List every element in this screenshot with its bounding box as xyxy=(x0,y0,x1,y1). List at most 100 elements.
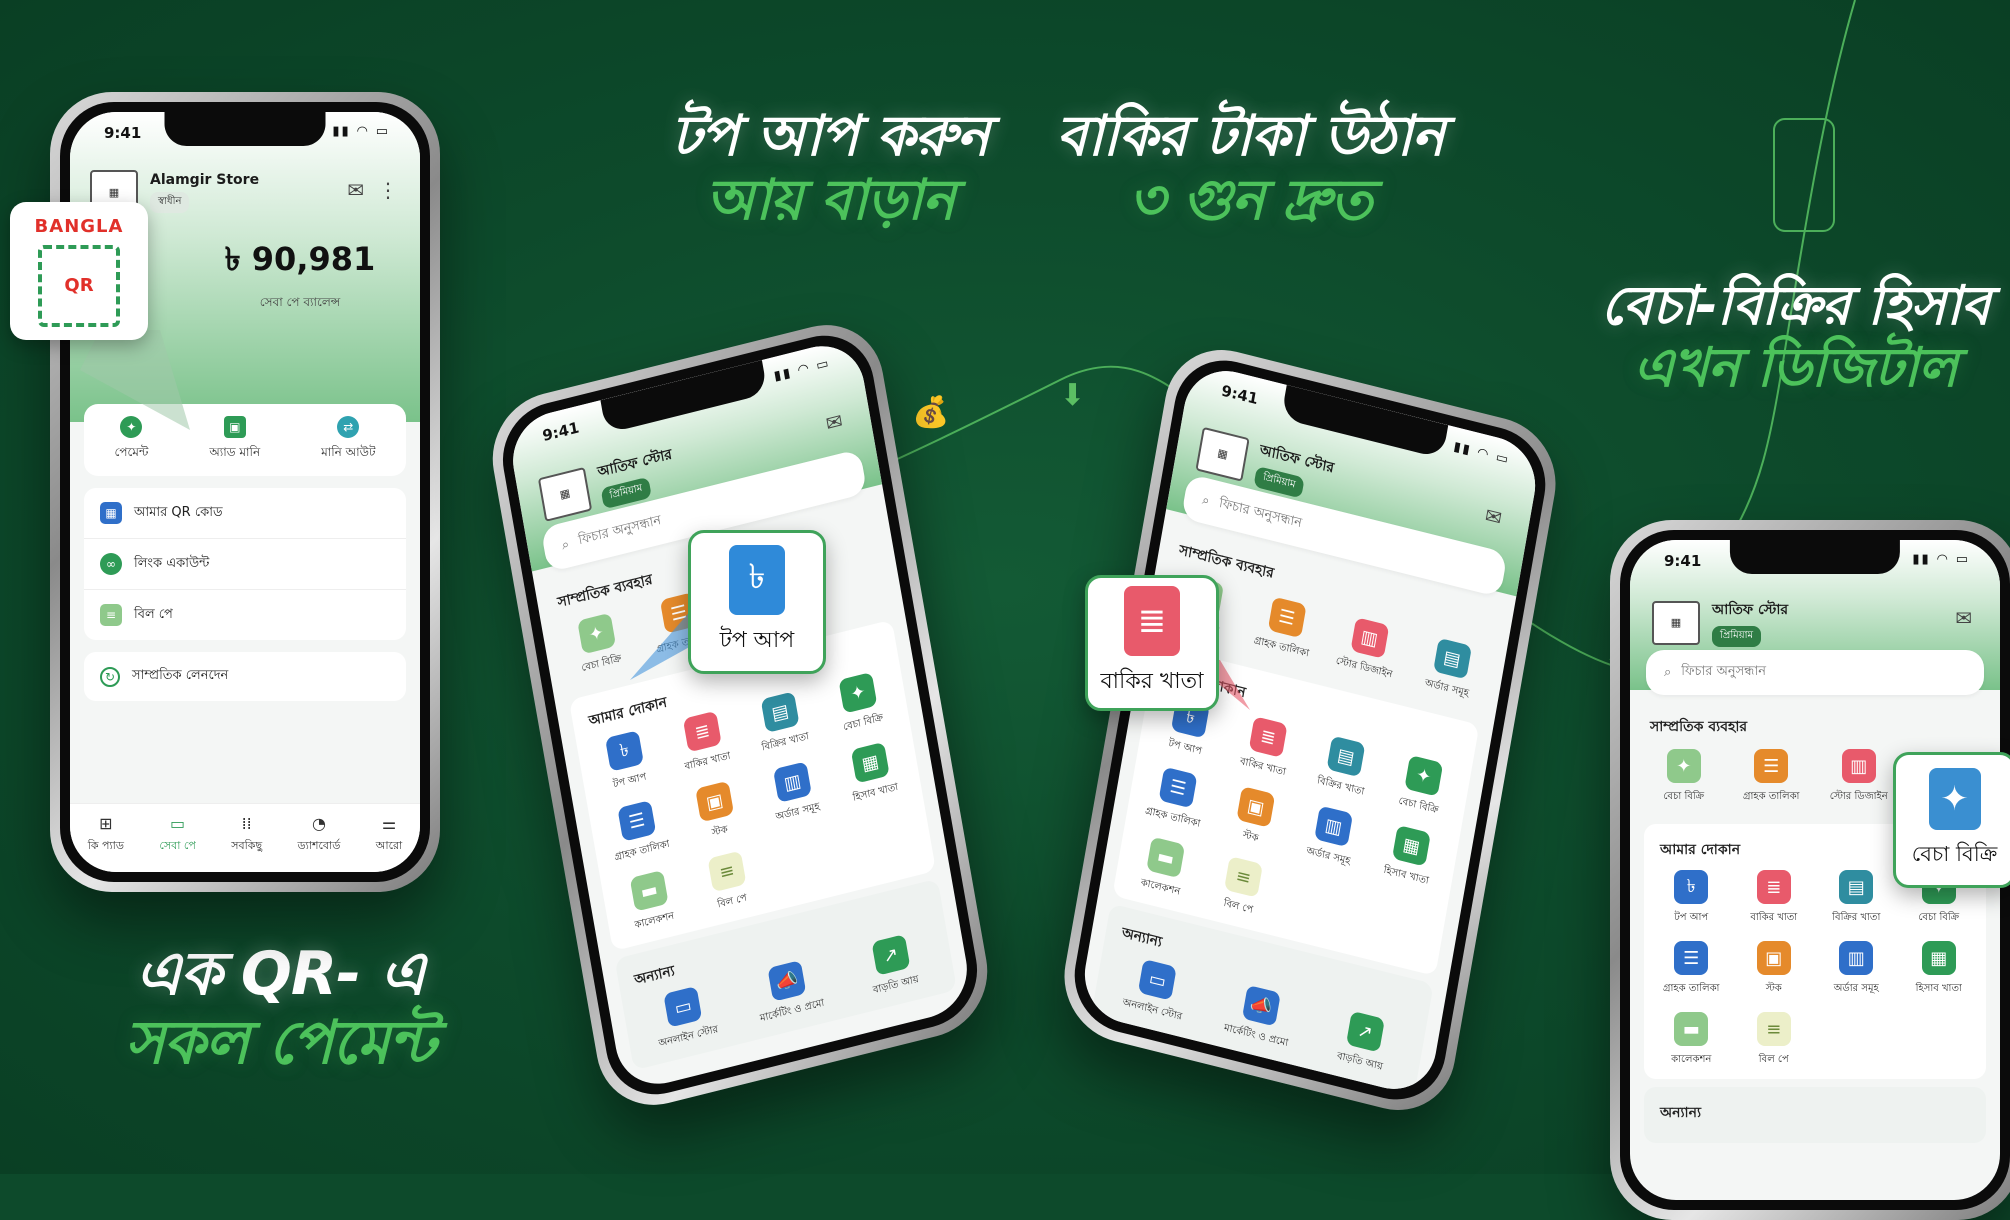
decorative-phone-outline xyxy=(1773,118,1835,232)
shop-item-customers[interactable]: ☰ গ্রাহক তালিকা xyxy=(1132,761,1220,837)
orders-icon: ▤ xyxy=(1432,637,1472,680)
extra-income-icon: ↗ xyxy=(1345,1010,1385,1053)
item-label: স্টোর ডিজাইন xyxy=(1829,791,1888,802)
recent-item-sell[interactable]: ✦ বেচা বিক্রি xyxy=(1640,749,1728,806)
shop-item-customers[interactable]: ☰ গ্রাহক তালিকা xyxy=(1650,941,1733,998)
shop-item-accounts[interactable]: ▦ হিসাব খাতা xyxy=(1898,941,1981,998)
qr-label: QR xyxy=(64,275,94,296)
headline-baki: বাকির টাকা উঠান ৩ গুন দ্রুত xyxy=(1035,104,1465,234)
sell-icon: ✦ xyxy=(1928,767,1981,830)
quick-action-money-out[interactable]: ⇄ মানি আউট xyxy=(321,416,376,464)
wallet-icon: ▭ xyxy=(170,814,186,833)
shop-item-accounts[interactable]: ▦ হিসাব খাতা xyxy=(1366,819,1454,895)
recent-transactions[interactable]: ↻ সাম্প্রতিক লেনদেন xyxy=(84,652,406,701)
shop-item-topup[interactable]: ৳ টপ আপ xyxy=(1650,870,1733,927)
item-label: অর্ডার সমূহ xyxy=(1423,677,1470,700)
nav-label: সবকিছু xyxy=(231,839,263,852)
headline-baki-line2: ৩ গুন দ্রুত xyxy=(1128,168,1373,234)
balance-label: সেবা পে ব্যালেন্স xyxy=(259,295,341,309)
item-label: মার্কেটিং ও প্রমো xyxy=(1223,1022,1289,1050)
shop-item-orders[interactable]: ▥ অর্ডার সমূহ xyxy=(751,756,839,832)
mail-icon[interactable]: ✉ xyxy=(1955,606,1972,630)
shop-item-baki[interactable]: ≣ বাকির খাতা xyxy=(1733,870,1816,927)
baki-khata-icon: ≣ xyxy=(1756,870,1791,904)
item-label: মার্কেটিং ও প্রমো xyxy=(759,997,826,1025)
shop-item-bill-pay[interactable]: ≡ বিল পে xyxy=(1733,1012,1816,1069)
shop-item-orders[interactable]: ▥ অর্ডার সমূহ xyxy=(1815,941,1898,998)
qr-callout-tail xyxy=(80,330,190,430)
more-vert-icon[interactable]: ⋮ xyxy=(378,178,398,202)
shop-item-sales-book[interactable]: ▤ বিক্রির খাতা xyxy=(1815,870,1898,927)
item-label: বাড়তি আয় xyxy=(1336,1050,1384,1073)
item-label: স্টক xyxy=(1765,983,1782,994)
sales-book-icon: ▤ xyxy=(1326,735,1366,778)
callout-topup: ৳ টপ আপ xyxy=(688,530,826,674)
stock-icon: ▣ xyxy=(1756,941,1791,975)
item-label: বিক্রির খাতা xyxy=(1316,775,1366,798)
headline-topup: টপ আপ করুন আয় বাড়ান xyxy=(640,104,1020,234)
item-label: বাড়তি আয় xyxy=(872,973,920,997)
balance-amount: ৳ 90,981 xyxy=(224,240,376,278)
shop-item-bill-pay[interactable]: ≡ বিল পে xyxy=(1198,850,1286,926)
item-label: বিল পে xyxy=(1222,897,1254,916)
stock-icon: ▣ xyxy=(695,780,735,823)
shop-item-bill-pay[interactable]: ≡ বিল পে xyxy=(685,845,773,921)
shop-item-stock[interactable]: ▣ স্টক xyxy=(673,775,761,851)
customer-list-icon: ☰ xyxy=(1267,596,1307,639)
collection-icon: ▬ xyxy=(629,869,669,912)
menu-item-bill-pay[interactable]: ≡ বিল পে xyxy=(84,590,406,640)
status-bar: 9:41 ▮▮ ◠ ▭ xyxy=(1664,552,1970,570)
shop-item-stock[interactable]: ▣ স্টক xyxy=(1210,781,1298,857)
accounts-icon: ▦ xyxy=(1391,824,1431,867)
bottom-nav: ⊞ কি প্যাড ▭ সেবা পে ⁞⁞ সবকিছু ◔ ড্যাশবোর্ড … xyxy=(70,803,420,872)
headline-baki-line1: বাকির টাকা উঠান xyxy=(1056,104,1445,169)
shop-item-stock[interactable]: ▣ স্টক xyxy=(1733,941,1816,998)
headline-topup-line2: আয় বাড়ান xyxy=(705,168,956,234)
orders-icon: ▥ xyxy=(772,761,812,803)
search-input[interactable]: ⌕ ফিচার অনুসন্ধান xyxy=(1646,650,1984,695)
store-logo-icon: ▦ xyxy=(1652,600,1700,645)
customer-list-icon: ☰ xyxy=(617,800,657,842)
item-label: কালেকশন xyxy=(1671,1054,1712,1065)
search-placeholder: ফিচার অনুসন্ধান xyxy=(1681,664,1767,679)
others-card: অন্যান্য xyxy=(1644,1087,1986,1143)
shop-item-collection[interactable]: ▬ কালেকশন xyxy=(607,864,695,940)
item-label: অর্ডার সমূহ xyxy=(1833,983,1879,994)
recent-item-customers[interactable]: ☰ গ্রাহক তালিকা xyxy=(1728,749,1816,806)
headline-qr-line2: সকল পেমেন্ট xyxy=(125,1008,436,1078)
sell-icon: ✦ xyxy=(1666,749,1701,783)
my-shop-grid: ৳টপ আপ ≣বাকির খাতা ▤বিক্রির খাতা ✦বেচা ব… xyxy=(1650,870,1980,1069)
store-name: আতিফ স্টোর xyxy=(596,446,674,481)
shop-item-accounts[interactable]: ▦ হিসাব খাতা xyxy=(828,736,916,812)
mail-icon[interactable]: ✉ xyxy=(347,178,364,202)
item-label: হিসাব খাতা xyxy=(1382,864,1430,887)
baki-khata-icon: ≣ xyxy=(682,710,722,753)
item-label: গ্রাহক তালিকা xyxy=(1663,983,1720,994)
shop-item-orders[interactable]: ▥ অর্ডার সমূহ xyxy=(1288,800,1376,876)
item-label: বাকির খাতা xyxy=(683,750,732,773)
nav-seba-pay[interactable]: ▭ সেবা পে xyxy=(159,814,195,856)
quick-action-add-money[interactable]: ▣ অ্যাড মানি xyxy=(209,416,260,464)
item-label: অর্ডার সমূহ xyxy=(1305,845,1352,868)
item-label: বেচা বিক্রি xyxy=(580,653,623,675)
nav-everything[interactable]: ⁞⁞ সবকিছু xyxy=(231,814,262,856)
shop-item-collection[interactable]: ▬ কালেকশন xyxy=(1120,831,1208,907)
status-time: 9:41 xyxy=(104,124,142,142)
callout-becha: ✦ বেচা বিক্রি xyxy=(1893,752,2010,888)
search-placeholder: ফিচার অনুসন্ধান xyxy=(577,512,663,549)
recent-item-store-design[interactable]: ▥ স্টোর ডিজাইন xyxy=(1815,749,1903,806)
shop-item-collection[interactable]: ▬ কালেকশন xyxy=(1650,1012,1733,1069)
menu-item-my-qr[interactable]: ▦ আমার QR কোড xyxy=(84,488,406,539)
quick-action-label: অ্যাড মানি xyxy=(209,445,261,459)
nav-keypad[interactable]: ⊞ কি প্যাড xyxy=(88,814,124,856)
more-icon: ⚌ xyxy=(381,814,397,833)
nav-dashboard[interactable]: ◔ ড্যাশবোর্ড xyxy=(298,814,341,856)
shop-item-customers[interactable]: ☰ গ্রাহক তালিকা xyxy=(595,794,683,870)
keypad-icon: ⊞ xyxy=(99,814,113,833)
nav-more[interactable]: ⚌ আরো xyxy=(376,814,403,856)
dashboard-icon: ◔ xyxy=(311,814,326,833)
item-label: গ্রাহক তালিকা xyxy=(1253,635,1310,660)
menu-item-link-account[interactable]: ∞ লিংক একাউন্ট xyxy=(84,539,406,590)
headline-becha-line1: বেচা-বিক্রির হিসাব xyxy=(1600,274,1991,337)
item-label: বিল পে xyxy=(716,892,748,911)
